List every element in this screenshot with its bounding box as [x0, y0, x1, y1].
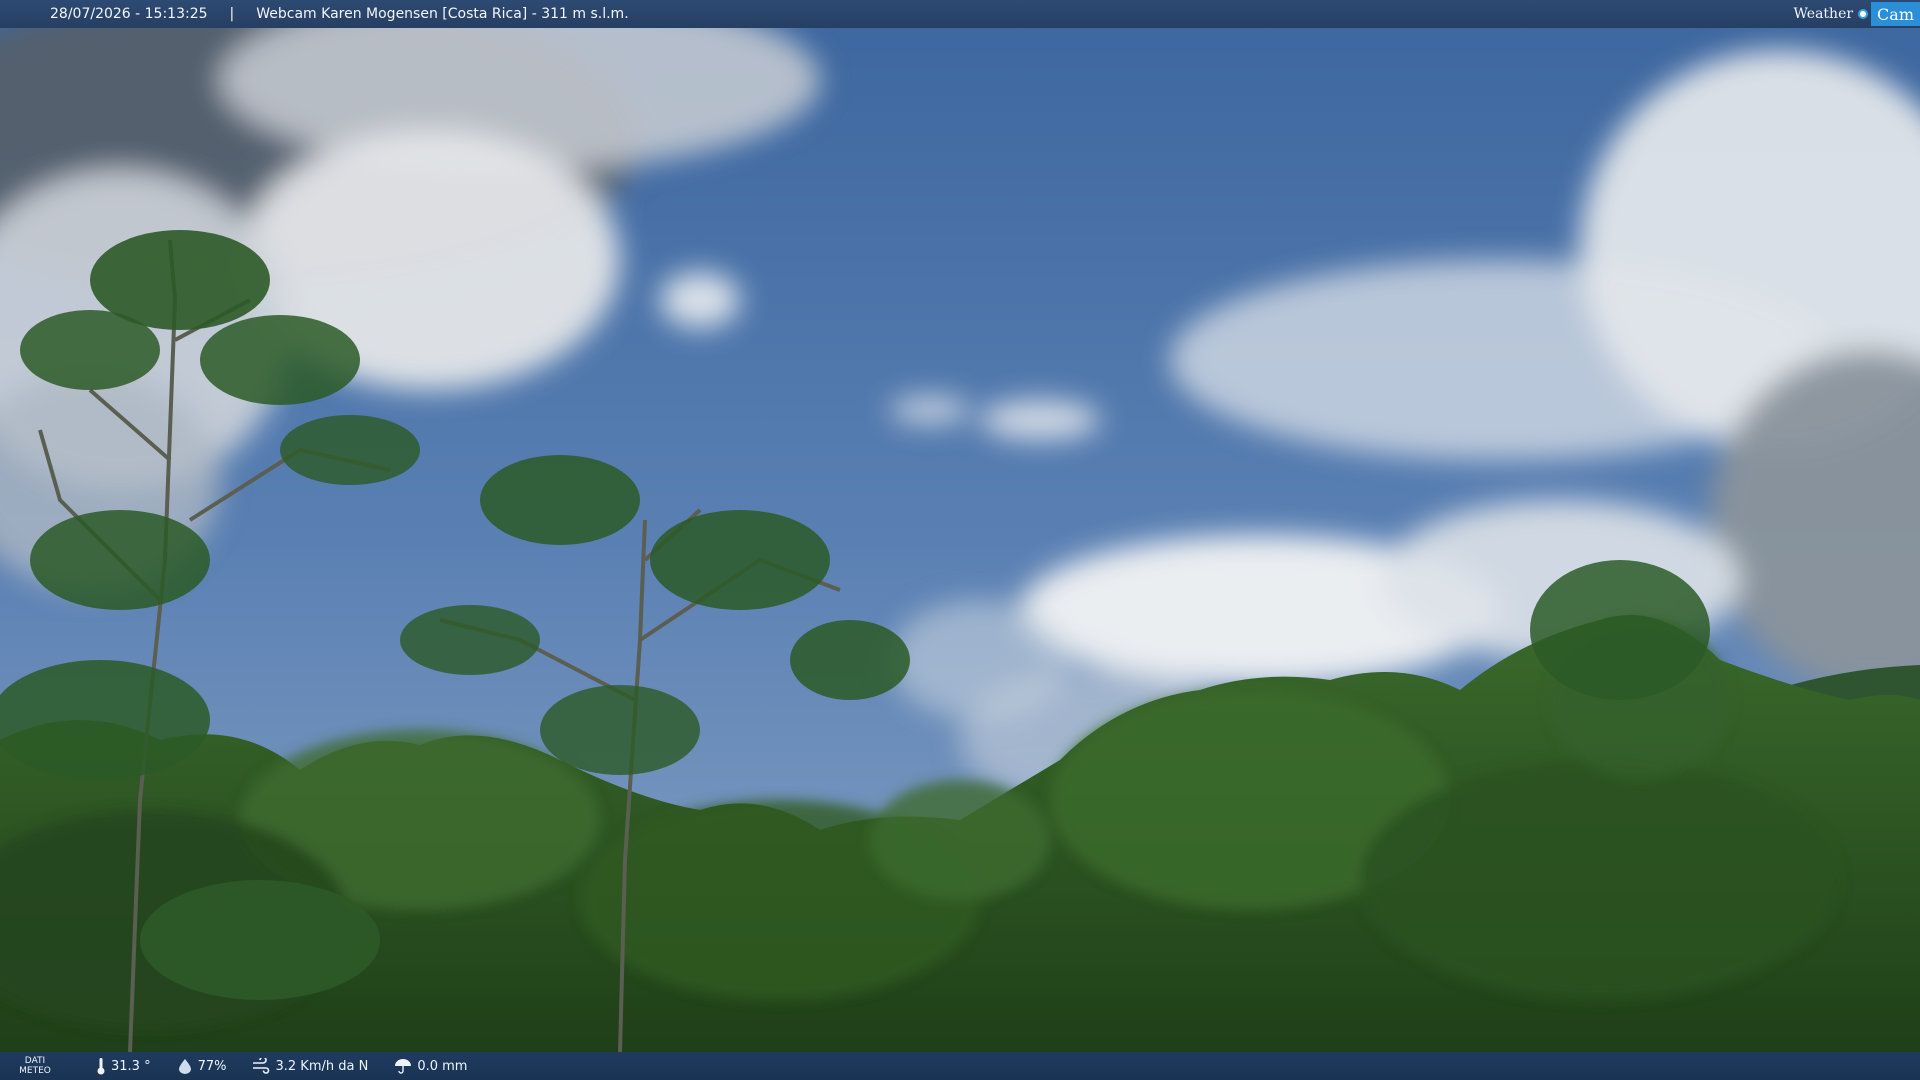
webcam-scene	[0, 0, 1920, 1080]
weather-data-label: DATI METEO	[18, 1056, 52, 1076]
humidity-drop-icon	[178, 1059, 191, 1074]
rain-umbrella-icon	[395, 1059, 412, 1074]
header-separator: |	[229, 6, 235, 22]
weather-data-label-line1: DATI	[24, 1056, 46, 1066]
webcam-title: Webcam Karen Mogensen [Costa Rica] - 311…	[256, 6, 629, 22]
humidity-stat: 77%	[177, 1058, 227, 1074]
header-bar: 28/07/2026 - 15:13:25 | Webcam Karen Mog…	[0, 0, 1920, 28]
humidity-value: 77%	[197, 1058, 227, 1074]
wind-stat: 3.2 Km/h da N	[252, 1058, 368, 1074]
wind-value: 3.2 Km/h da N	[275, 1058, 369, 1074]
logo-dot-icon	[1858, 9, 1869, 19]
rain-value: 0.0 mm	[417, 1058, 468, 1074]
temperature-stat: 31.3 °	[96, 1057, 151, 1075]
weather-data-bar: DATI METEO 31.3 ° 77% 3.2 Km/h da N 0.0 …	[0, 1052, 1920, 1080]
rain-stat: 0.0 mm	[394, 1058, 467, 1074]
thermometer-icon	[97, 1058, 105, 1075]
wind-icon	[253, 1058, 270, 1074]
webcam-image	[0, 0, 1920, 1080]
weather-data-label-line2: METEO	[19, 1066, 51, 1076]
temperature-value: 31.3 °	[111, 1058, 151, 1074]
weathercam-logo[interactable]: Weather Cam	[1794, 0, 1920, 28]
logo-word-cam: Cam	[1871, 2, 1920, 26]
logo-word-weather: Weather	[1793, 6, 1854, 22]
datetime: 28/07/2026 - 15:13:25	[50, 6, 208, 22]
